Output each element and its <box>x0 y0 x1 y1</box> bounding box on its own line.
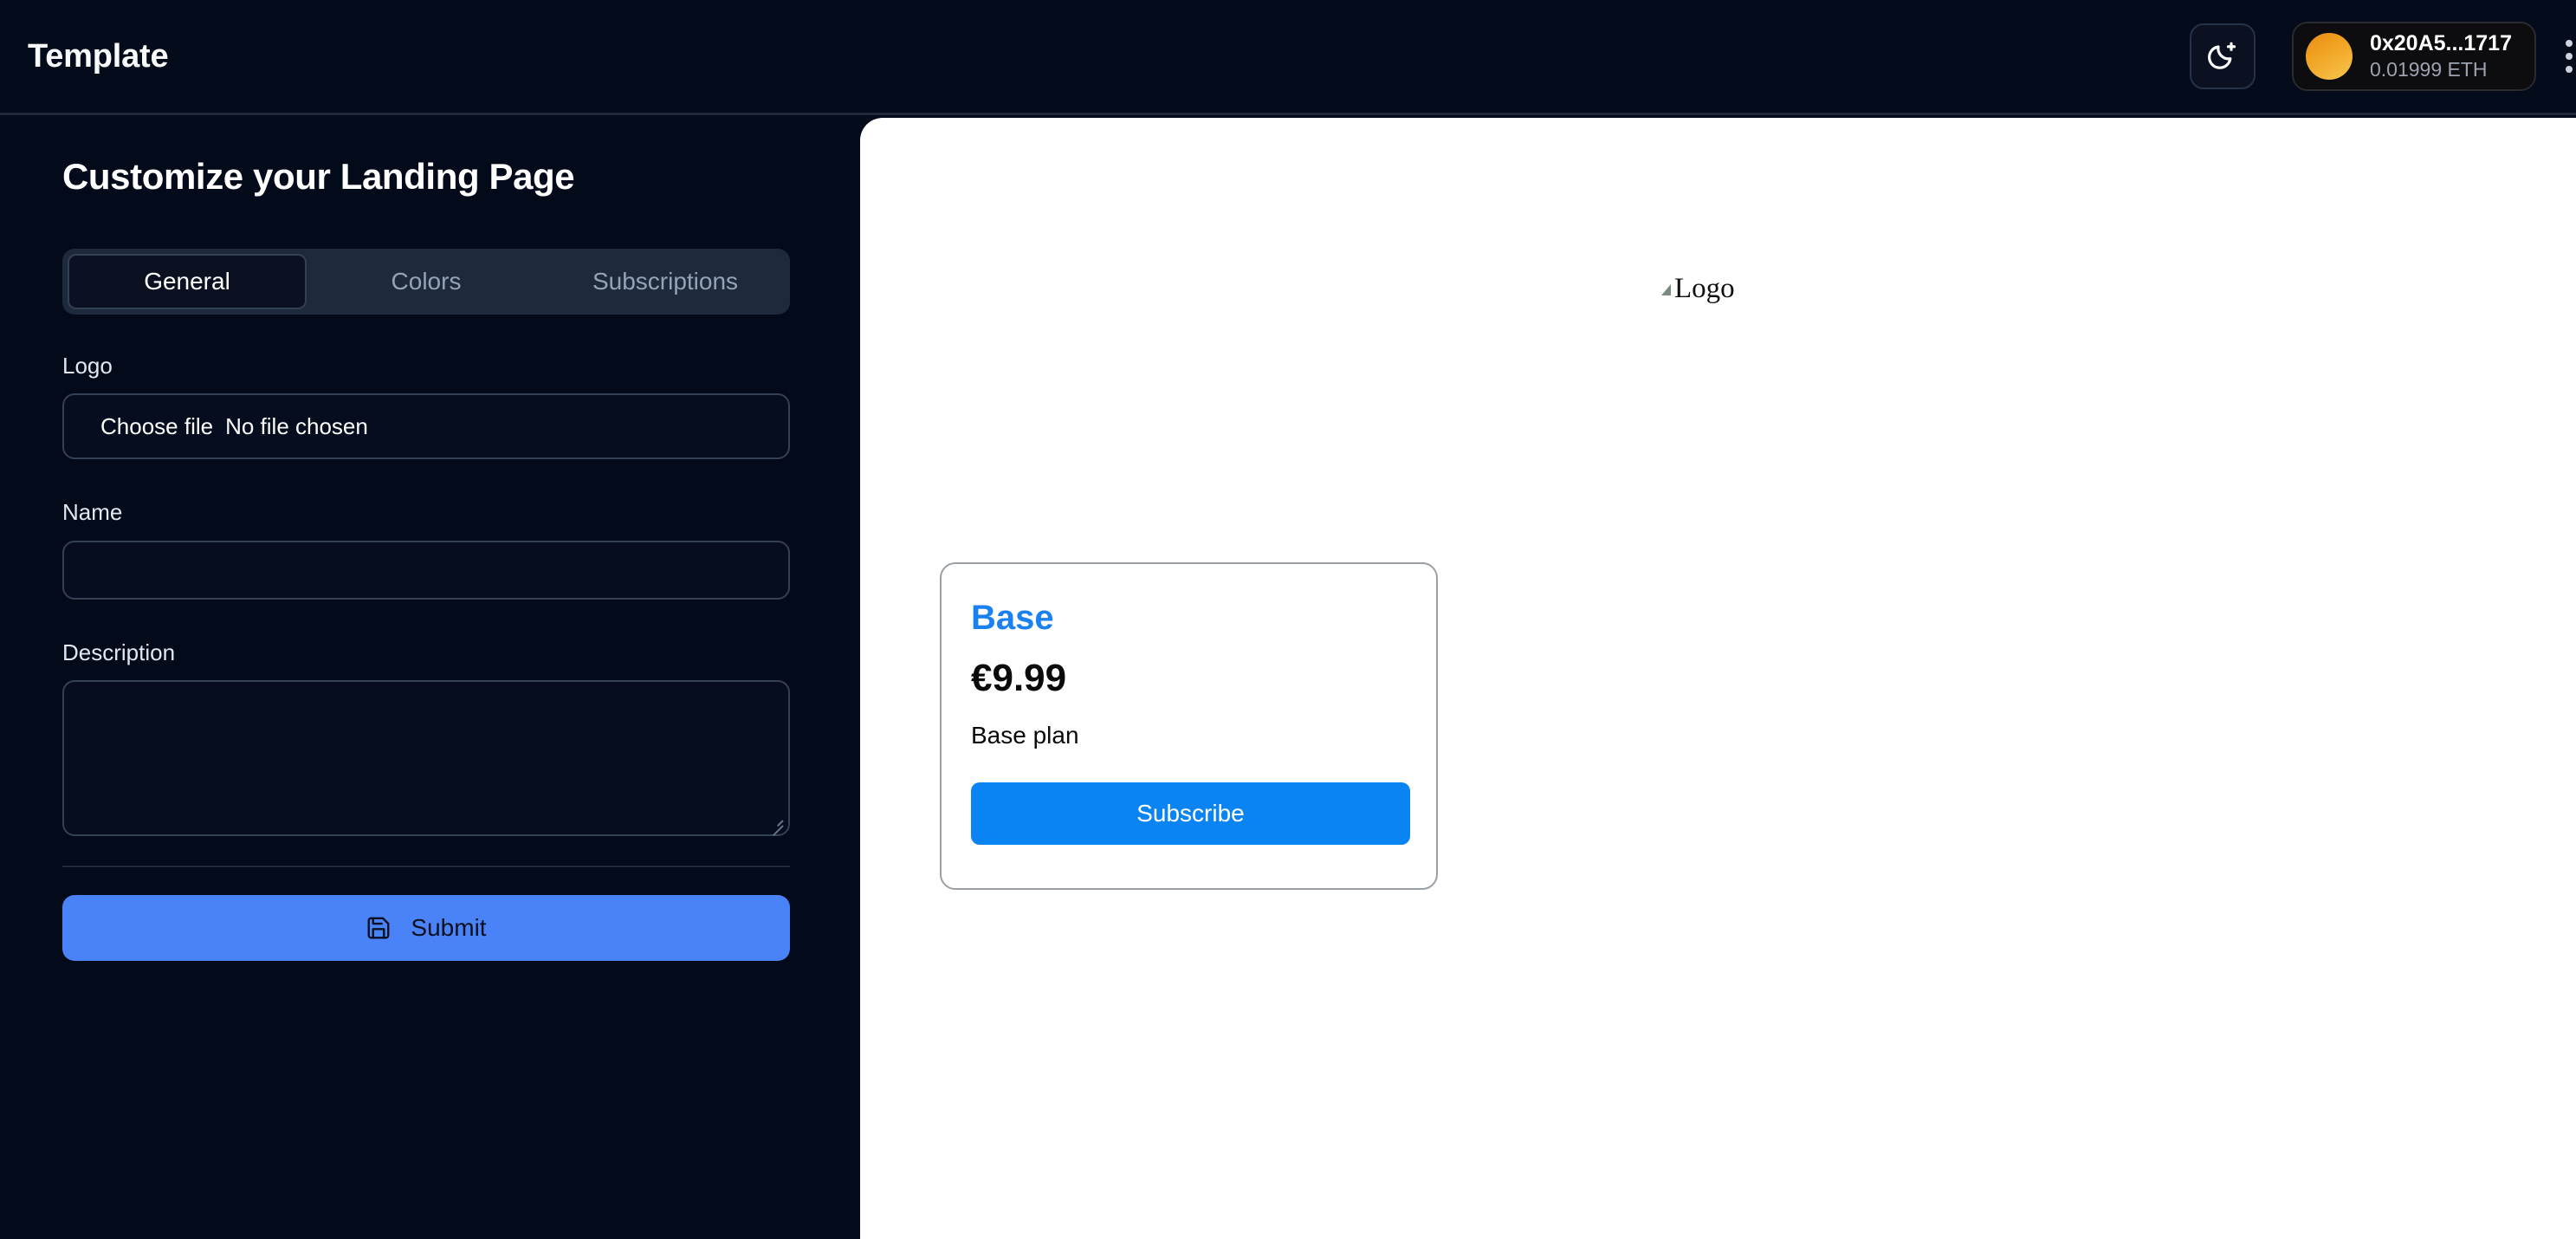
name-field-label: Name <box>62 499 123 526</box>
tab-colors[interactable]: Colors <box>307 254 546 309</box>
settings-tabs: General Colors Subscriptions <box>62 249 790 315</box>
kebab-dot <box>2566 53 2573 60</box>
tab-general[interactable]: General <box>68 254 307 310</box>
broken-image-icon <box>1661 284 1671 295</box>
plan-price: €9.99 <box>971 657 1067 699</box>
header-actions: 0x20A5...1717 0.01999 ETH <box>2189 0 2576 113</box>
logo-alt-text: Logo <box>1674 273 1735 304</box>
choose-file-button[interactable]: Choose file <box>100 413 213 440</box>
theme-toggle-button[interactable] <box>2189 23 2256 89</box>
subscribe-button[interactable]: Subscribe <box>971 782 1410 845</box>
description-textarea[interactable] <box>62 679 790 836</box>
plan-description: Base plan <box>971 722 1079 749</box>
plan-name: Base <box>971 599 1054 637</box>
kebab-dot <box>2566 66 2573 73</box>
page-title: Template <box>28 38 169 75</box>
name-input[interactable] <box>62 540 790 600</box>
preview-logo: Logo <box>1661 275 1735 303</box>
tab-subscriptions[interactable]: Subscriptions <box>546 254 785 309</box>
submit-button-label: Submit <box>411 913 487 941</box>
moon-icon <box>2205 39 2240 74</box>
pricing-card: Base €9.99 Base plan Subscribe <box>940 562 1438 890</box>
sidebar-heading: Customize your Landing Page <box>62 156 575 197</box>
app-header: Template 0x20A5...1717 0.01999 ETH <box>0 0 2576 115</box>
kebab-dot <box>2566 40 2573 47</box>
file-status-text: No file chosen <box>225 412 368 439</box>
logo-field-label: Logo <box>62 353 113 379</box>
submit-button[interactable]: Submit <box>62 894 790 961</box>
customize-sidebar: Customize your Landing Page General Colo… <box>0 115 860 1239</box>
wallet-address: 0x20A5...1717 <box>2369 31 2512 56</box>
kebab-menu-icon[interactable] <box>2543 22 2576 91</box>
wallet-avatar <box>2305 33 2353 80</box>
form-divider <box>62 865 790 867</box>
wallet-balance: 0.01999 ETH <box>2369 57 2488 81</box>
logo-file-input[interactable]: Choose file No file chosen <box>62 393 790 460</box>
wallet-chip[interactable]: 0x20A5...1717 0.01999 ETH <box>2291 22 2536 91</box>
landing-page-preview: Logo Base €9.99 Base plan Subscribe <box>860 118 2576 1239</box>
wallet-details: 0x20A5...1717 0.01999 ETH <box>2370 32 2512 81</box>
save-icon <box>366 915 392 941</box>
description-field-wrapper <box>62 679 790 836</box>
description-field-label: Description <box>62 639 176 665</box>
